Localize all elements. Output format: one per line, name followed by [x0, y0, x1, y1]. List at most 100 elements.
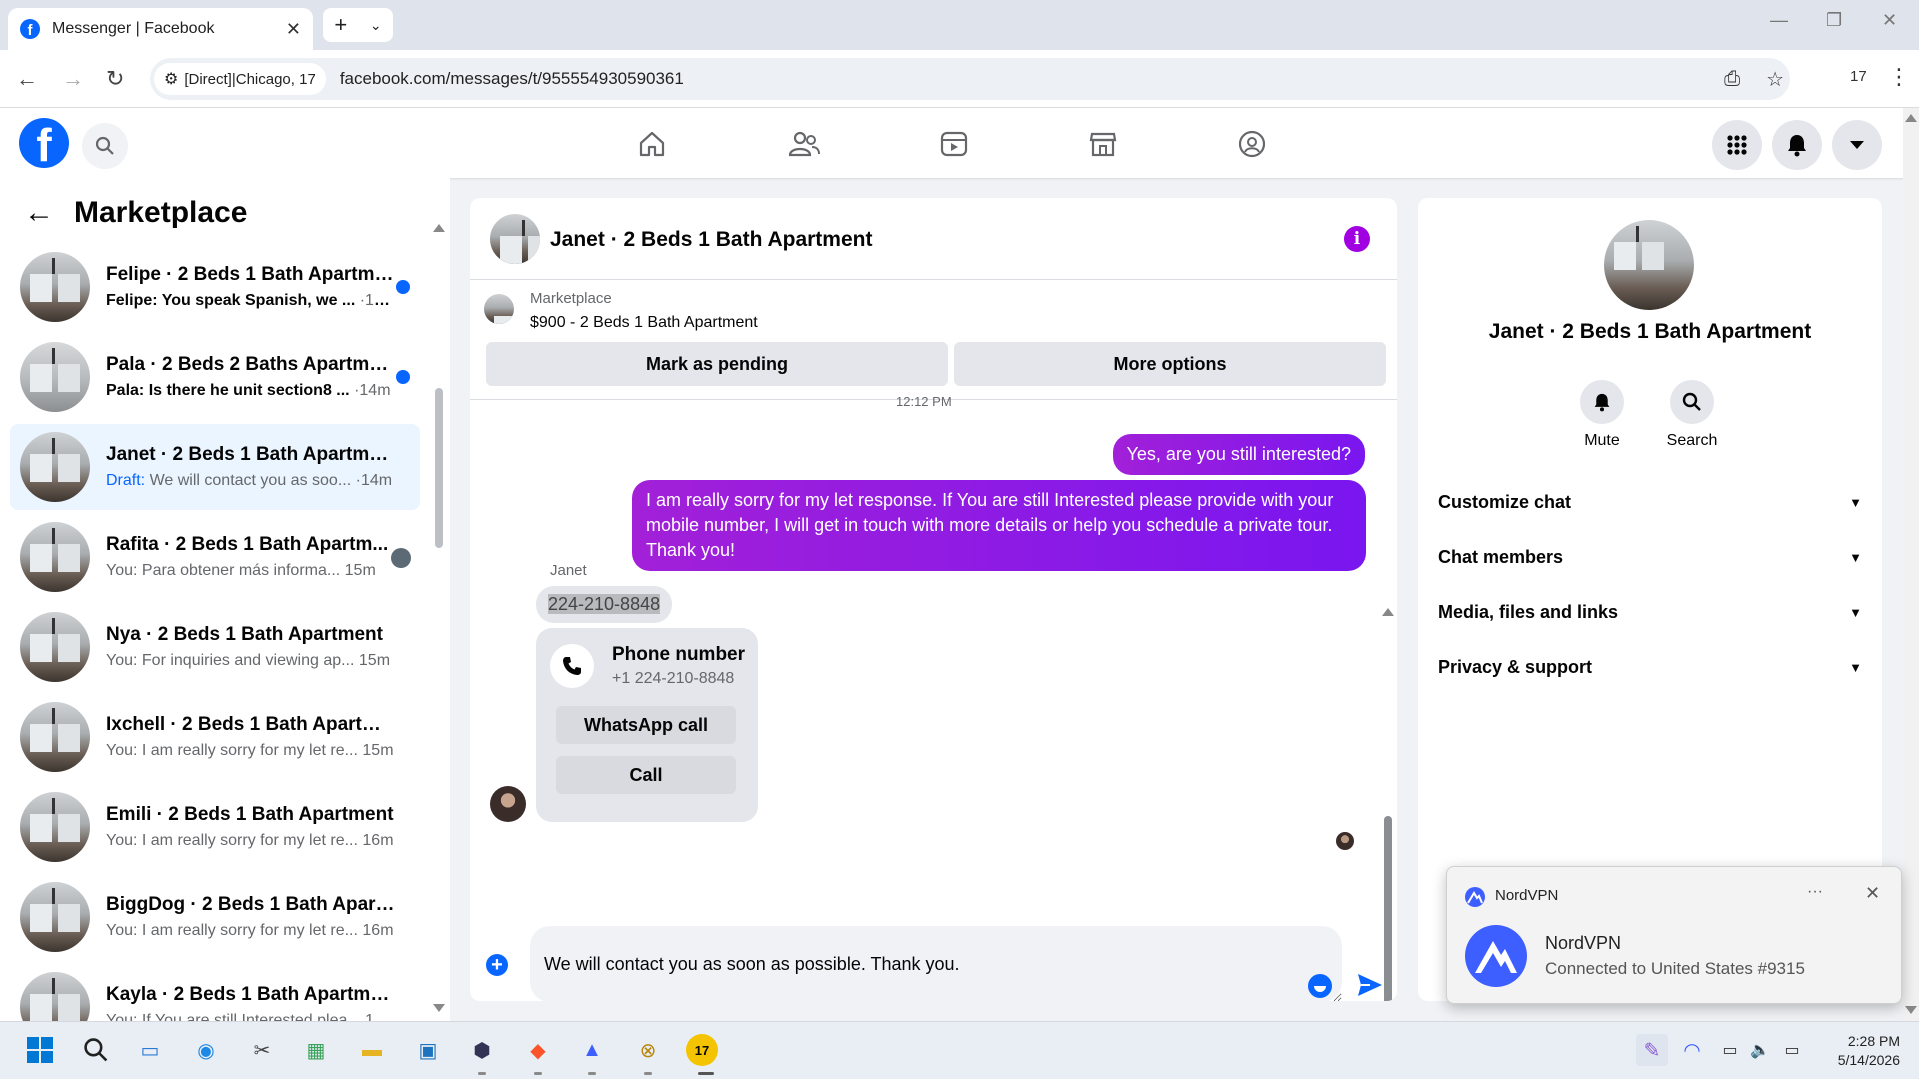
conversation-item-active[interactable]: Janet · 2 Beds 1 Bath Apartment Draft: W… [10, 424, 420, 510]
windows-start-icon[interactable] [24, 1034, 56, 1066]
emoji-icon[interactable] [1308, 974, 1332, 998]
conversation-time: ·14m [355, 472, 393, 489]
conversation-time: 16m [365, 1012, 396, 1021]
page-scrollbar[interactable] [1903, 108, 1919, 1021]
conversation-item[interactable]: Felipe · 2 Beds 1 Bath Apartment Felipe:… [10, 244, 420, 330]
scroll-up-arrow-icon[interactable] [433, 224, 445, 232]
battery-tray-icon[interactable]: ▭ [1776, 1034, 1808, 1066]
call-button[interactable]: Call [556, 756, 736, 794]
file-explorer-icon[interactable]: ▬ [356, 1034, 388, 1066]
section-label: Customize chat [1438, 492, 1572, 512]
brave-browser-icon[interactable]: ◆ [522, 1034, 554, 1066]
message-input[interactable]: We will contact you as soon as possible.… [530, 926, 1342, 1001]
browser-menu-icon[interactable]: ⋮ [1888, 64, 1910, 90]
marketplace-nav-icon[interactable] [1085, 126, 1121, 162]
minimize-icon[interactable]: — [1770, 10, 1788, 31]
conversation-item[interactable]: Pala · 2 Beds 2 Baths Apartment Pala: Is… [10, 334, 420, 420]
close-tab-icon[interactable]: ✕ [286, 19, 301, 40]
media-files-links-section[interactable]: Media, files and links ▼ [1438, 602, 1862, 623]
list-scrollbar[interactable] [433, 224, 445, 1018]
customize-chat-section[interactable]: Customize chat ▼ [1438, 492, 1862, 513]
chat-members-section[interactable]: Chat members ▼ [1438, 547, 1862, 568]
omnibox[interactable]: ⚙ [Direct]|Chicago, 17 facebook.com/mess… [150, 58, 1790, 100]
highlighted-phone-text[interactable]: 224-210-8848 [548, 594, 661, 614]
edge-browser-icon[interactable]: ◉ [190, 1034, 222, 1066]
video-nav-icon[interactable] [936, 126, 972, 162]
conversation-item[interactable]: Nya · 2 Beds 1 Bath Apartment You: For i… [10, 604, 420, 690]
site-info-chip[interactable]: ⚙ [Direct]|Chicago, 17 [154, 63, 326, 95]
conversation-preview: You: For inquiries and viewing ap... [106, 652, 355, 669]
account-button[interactable] [1832, 120, 1882, 170]
whatsapp-call-button[interactable]: WhatsApp call [556, 706, 736, 744]
scroll-up-arrow-icon[interactable] [1905, 114, 1917, 122]
notification-menu-icon[interactable]: ··· [1807, 883, 1823, 901]
conversation-item[interactable]: Ixchell · 2 Beds 1 Bath Apartment You: I… [10, 694, 420, 780]
ix-browser-icon[interactable]: ⊗ [632, 1034, 664, 1066]
back-icon[interactable]: ← [16, 66, 38, 92]
more-options-button[interactable]: More options [954, 342, 1386, 386]
network-tray-icon[interactable]: ▭ [1714, 1034, 1746, 1066]
mute-action[interactable]: Mute [1562, 380, 1642, 450]
home-nav-icon[interactable] [634, 126, 670, 162]
running-indicator [478, 1072, 486, 1075]
forward-icon[interactable]: → [62, 66, 84, 92]
conversation-item[interactable]: BiggDog · 2 Beds 1 Bath Apartm... You: I… [10, 874, 420, 960]
chat-panel: Janet · 2 Beds 1 Bath Apartment i Market… [470, 198, 1397, 1001]
mark-as-pending-button[interactable]: Mark as pending [486, 342, 948, 386]
facebook-logo-icon[interactable]: f [19, 118, 69, 168]
restore-icon[interactable]: ❐ [1826, 10, 1842, 31]
nordvpn-tray-icon[interactable]: ◠ [1676, 1034, 1708, 1066]
bookmark-star-icon[interactable]: ☆ [1766, 67, 1784, 92]
listing-price[interactable]: $900 - 2 Beds 1 Bath Apartment [530, 314, 758, 332]
scroll-up-arrow-icon[interactable] [1382, 608, 1394, 616]
snipping-tool-icon[interactable]: ✂ [246, 1034, 278, 1066]
notifications-button[interactable] [1772, 120, 1822, 170]
system-clock[interactable]: 2:28 PM 5/14/2026 [1820, 1032, 1900, 1070]
gaming-nav-icon[interactable] [1234, 126, 1270, 162]
conversation-item[interactable]: Emili · 2 Beds 1 Bath Apartment You: I a… [10, 784, 420, 870]
search-button[interactable] [82, 123, 128, 169]
friends-nav-icon[interactable] [786, 126, 822, 162]
profile-17-icon[interactable]: 17 [686, 1034, 718, 1066]
conversation-item[interactable]: Kayla · 2 Beds 1 Bath Apartment You: If … [10, 964, 420, 1021]
new-tab-icon[interactable]: + [334, 12, 347, 38]
add-attachment-icon[interactable]: + [486, 954, 508, 976]
message-composer: + We will contact you as soon as possibl… [470, 900, 1397, 1001]
tab-list-chevron-icon[interactable]: ⌄ [370, 17, 382, 34]
back-arrow-icon[interactable]: ← [24, 196, 54, 230]
list-scrollbar-thumb[interactable] [435, 388, 443, 548]
listing-avatar [20, 972, 90, 1021]
windows-taskbar: ▭ ◉ ✂ ▦ ▬ ▣ ⬢ ◆ ▲ ⊗ 17 ✎ ◠ ▭ 🔈 ▭ 2:28 PM… [0, 1021, 1919, 1079]
close-icon[interactable]: ✕ [1865, 883, 1880, 904]
browser-tab[interactable]: f Messenger | Facebook ✕ [8, 8, 313, 50]
scroll-down-arrow-icon[interactable] [433, 1004, 445, 1012]
extension-badge[interactable]: 17 [1850, 68, 1867, 85]
contact-avatar[interactable] [490, 786, 526, 822]
listing-thumbnail[interactable] [484, 294, 514, 324]
info-icon[interactable]: i [1344, 226, 1370, 252]
omnibox-actions: ⎙ ☆ [1724, 58, 1790, 100]
url-text[interactable]: facebook.com/messages/t/955554930590361 [340, 69, 684, 89]
outgoing-message: Yes, are you still interested? [1112, 434, 1365, 475]
reload-icon[interactable]: ↻ [106, 66, 124, 92]
nordvpn-notification[interactable]: NordVPN ··· ✕ NordVPN Connected to Unite… [1446, 866, 1902, 1004]
taskbar-search-icon[interactable] [80, 1034, 112, 1066]
task-view-icon[interactable]: ▭ [134, 1034, 166, 1066]
privacy-support-section[interactable]: Privacy & support ▼ [1438, 657, 1862, 678]
control-panel-icon[interactable]: ▣ [412, 1034, 444, 1066]
app-grid-icon[interactable]: ▦ [300, 1034, 332, 1066]
install-app-icon[interactable]: ⎙ [1724, 68, 1740, 91]
menu-button[interactable] [1712, 120, 1762, 170]
send-icon[interactable] [1356, 972, 1384, 998]
pen-tray-icon[interactable]: ✎ [1636, 1034, 1668, 1066]
network-tool-icon[interactable]: ⬢ [466, 1034, 498, 1066]
info-avatar[interactable] [1604, 220, 1694, 310]
close-window-icon[interactable]: ✕ [1882, 10, 1897, 31]
chat-avatar[interactable] [490, 214, 540, 264]
scroll-down-arrow-icon[interactable] [1905, 1006, 1917, 1014]
nordvpn-taskbar-icon[interactable]: ▲ [576, 1034, 608, 1066]
chat-title[interactable]: Janet · 2 Beds 1 Bath Apartment [550, 228, 872, 252]
volume-tray-icon[interactable]: 🔈 [1744, 1034, 1776, 1066]
conversation-item[interactable]: Rafita · 2 Beds 1 Bath Apartm... You: Pa… [10, 514, 420, 600]
search-action[interactable]: Search [1652, 380, 1732, 450]
